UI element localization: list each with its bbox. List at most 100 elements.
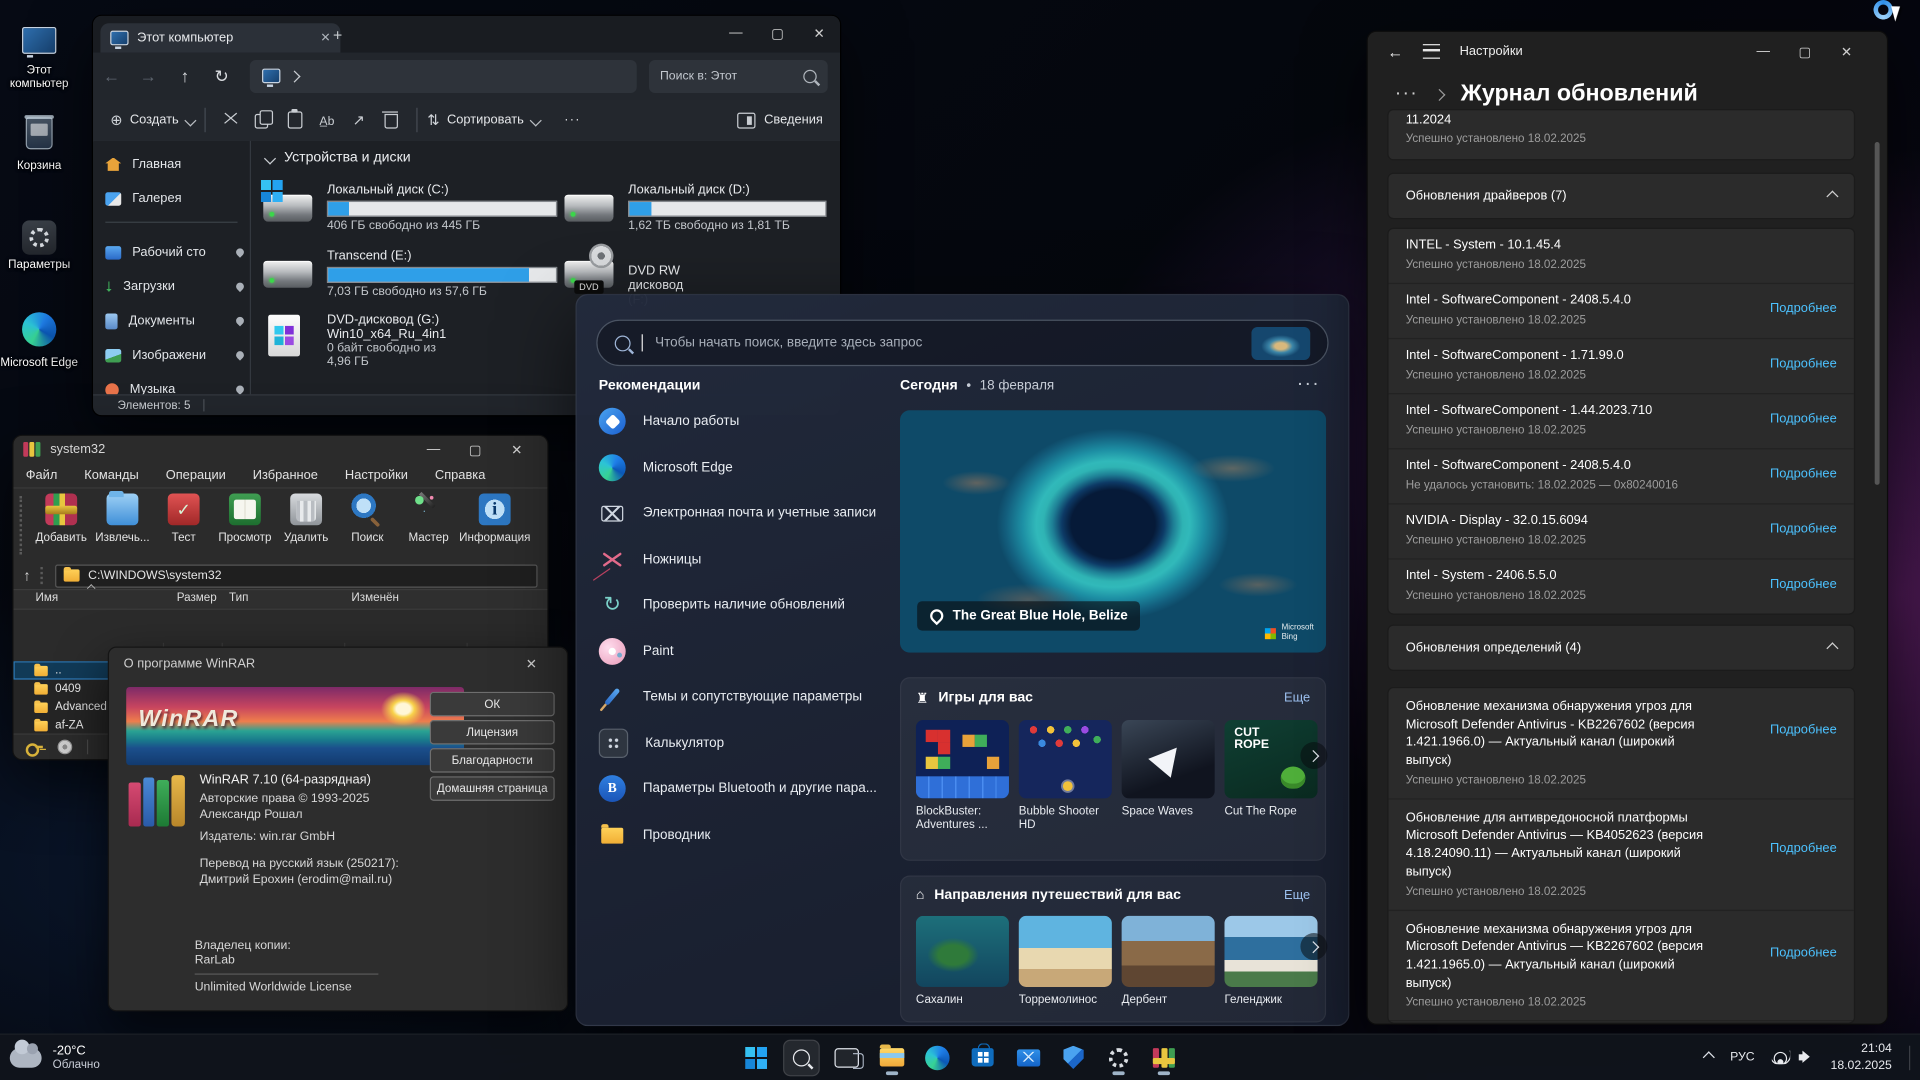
column-name[interactable]: Имя	[36, 591, 59, 604]
sidebar-item-downloads[interactable]: ⭣ Загрузки	[105, 273, 245, 300]
details-link[interactable]: Подробнее	[1770, 356, 1837, 371]
menu-file[interactable]: Файл	[26, 468, 58, 483]
update-row[interactable]: Обновление для антивредоносной платформы…	[1389, 799, 1854, 910]
sidebar-item-gallery[interactable]: Галерея	[105, 185, 245, 212]
update-row[interactable]: Intel - SoftwareComponent - 1.71.99.0Усп…	[1389, 339, 1854, 394]
sidebar-item-pictures[interactable]: Изображени	[105, 342, 245, 369]
delete-button[interactable]	[375, 110, 407, 131]
refresh-button[interactable]: ↻	[203, 66, 240, 87]
add-button[interactable]: Добавить	[31, 489, 92, 545]
view-button[interactable]: Просмотр	[214, 489, 275, 545]
desktop-icon-settings[interactable]: Параметры	[0, 220, 78, 273]
drive-f[interactable]: DVD DVD RW дисковод (F:)	[564, 249, 613, 282]
update-row[interactable]: NVIDIA - Display - 32.0.15.6094Успешно у…	[1389, 504, 1854, 559]
chevron-up-icon[interactable]	[1826, 642, 1838, 654]
hero-caption[interactable]: The Great Blue Hole, Belize	[917, 601, 1140, 630]
game-tile[interactable]: Cut The Rope	[1224, 720, 1317, 818]
travel-tile[interactable]: Торремолинос	[1019, 916, 1112, 1007]
details-link[interactable]: Подробнее	[1770, 301, 1837, 316]
close-button[interactable]: ✕	[1826, 37, 1868, 66]
sidebar-item-home[interactable]: Главная	[105, 151, 245, 178]
menu-options[interactable]: Настройки	[345, 468, 408, 483]
copy-button[interactable]	[247, 110, 279, 131]
share-button[interactable]: ↗	[343, 111, 375, 128]
paste-button[interactable]	[279, 110, 311, 131]
search-input[interactable]: Чтобы начать поиск, введите здесь запрос	[596, 320, 1328, 367]
recommended-calculator[interactable]: Калькулятор	[599, 725, 724, 762]
system-tray-icons[interactable]	[1772, 1051, 1814, 1064]
definition-updates-section[interactable]: Обновления определений (4)	[1387, 624, 1855, 671]
column-type[interactable]: Тип	[229, 591, 248, 604]
details-link[interactable]: Подробнее	[1770, 411, 1837, 426]
show-desktop-button[interactable]	[1909, 1045, 1910, 1069]
back-button[interactable]: ←	[1387, 42, 1403, 60]
scrollbar[interactable]	[1875, 142, 1880, 485]
maximize-button[interactable]: ▢	[1784, 37, 1826, 66]
column-size[interactable]: Размер	[168, 591, 217, 604]
update-row[interactable]: Intel - System - 2406.5.5.0Успешно устан…	[1389, 560, 1854, 614]
recommended-edge[interactable]: Microsoft Edge	[599, 449, 733, 486]
find-button[interactable]: Поиск	[337, 489, 398, 545]
update-row[interactable]: Обновление механизма обнаружения угроз д…	[1389, 910, 1854, 1021]
game-tile[interactable]: Space Waves	[1122, 720, 1215, 818]
details-link[interactable]: Подробнее	[1770, 841, 1837, 856]
start-button[interactable]	[738, 1039, 775, 1076]
wizard-button[interactable]: Мастер	[398, 489, 459, 545]
menu-commands[interactable]: Команды	[84, 468, 138, 483]
rename-button[interactable]: A̲b	[311, 111, 343, 128]
weather-widget[interactable]: -20°C Облачно	[10, 1035, 100, 1080]
update-row[interactable]: Intel - SoftwareComponent - 2408.5.4.0Ус…	[1389, 284, 1854, 339]
extract-button[interactable]: Извлечь...	[92, 489, 153, 545]
today-more-button[interactable]: ···	[1297, 373, 1320, 395]
explorer-button[interactable]	[874, 1039, 911, 1076]
recommended-check-updates[interactable]: ↻Проверить наличие обновлений	[599, 587, 845, 624]
search-button[interactable]	[783, 1039, 820, 1076]
drive-d[interactable]: Локальный диск (D:) 1,62 ТБ свободно из …	[564, 182, 613, 215]
up-button[interactable]: ↑	[23, 567, 30, 584]
info-button[interactable]: Информация	[459, 489, 530, 545]
menu-operations[interactable]: Операции	[166, 468, 226, 483]
recommended-bluetooth[interactable]: BПараметры Bluetooth и другие пара...	[599, 770, 877, 807]
license-button[interactable]: Лицензия	[430, 720, 555, 744]
toolbar-drag-handle[interactable]	[20, 496, 25, 555]
hamburger-menu-icon[interactable]	[1423, 44, 1440, 59]
carousel-next-button[interactable]	[1300, 933, 1327, 960]
recommended-mail[interactable]: Электронная почта и учетные записи	[599, 495, 876, 532]
sidebar-item-documents[interactable]: Документы	[105, 307, 245, 334]
cut-button[interactable]	[215, 110, 247, 131]
details-link[interactable]: Подробнее	[1770, 467, 1837, 482]
more-options-button[interactable]: ···	[564, 113, 581, 128]
sidebar-item-desktop[interactable]: Рабочий сто	[105, 239, 245, 266]
disc-icon[interactable]	[58, 740, 73, 755]
defender-button[interactable]	[1055, 1039, 1092, 1076]
travel-tile[interactable]: Дербент	[1122, 916, 1215, 1007]
desktop-icon-recycle-bin[interactable]: Корзина	[0, 118, 78, 174]
winrar-button[interactable]	[1146, 1039, 1183, 1076]
clock[interactable]: 21:04 18.02.2025	[1831, 1041, 1892, 1074]
recommended-snipping[interactable]: Ножницы	[599, 541, 702, 578]
drive-g[interactable]: DVD-дисковод (G:) Win10_x64_Ru_4in1 0 ба…	[263, 312, 295, 354]
outlook-button[interactable]	[1010, 1039, 1047, 1076]
travel-tile[interactable]: Геленджик	[1224, 916, 1317, 1007]
update-row[interactable]: Intel - SoftwareComponent - 2408.5.4.0Не…	[1389, 449, 1854, 504]
recommended-paint[interactable]: Paint	[599, 633, 674, 670]
settings-button[interactable]	[1100, 1039, 1137, 1076]
desktop-icon-edge[interactable]: Microsoft Edge	[0, 312, 78, 371]
game-tile[interactable]: BlockBuster: Adventures ...	[916, 720, 1009, 832]
bing-daily-icon[interactable]	[1251, 326, 1310, 359]
update-row[interactable]: Обновление механизма обнаружения угроз д…	[1389, 688, 1854, 799]
chevron-up-icon[interactable]	[1826, 190, 1838, 202]
menu-favorites[interactable]: Избранное	[253, 468, 318, 483]
details-pane-button[interactable]: Сведения	[737, 112, 823, 128]
travel-more-link[interactable]: Еще	[1284, 888, 1310, 903]
hidden-icons-chevron[interactable]	[1703, 1051, 1715, 1063]
ok-button[interactable]: ОК	[430, 692, 555, 716]
language-indicator[interactable]: РУС	[1730, 1051, 1755, 1064]
path-input[interactable]: C:\WINDOWS\system32	[55, 564, 537, 587]
update-item-partial[interactable]: 11.2024 Успешно установлено 18.02.2025	[1387, 109, 1855, 160]
test-button[interactable]: Тест	[153, 489, 214, 545]
up-button[interactable]: ↑	[167, 66, 204, 86]
new-tab-button[interactable]: +	[333, 26, 342, 44]
explorer-search-input[interactable]: Поиск в: Этот	[649, 59, 828, 92]
recommended-explorer[interactable]: Проводник	[599, 817, 711, 854]
